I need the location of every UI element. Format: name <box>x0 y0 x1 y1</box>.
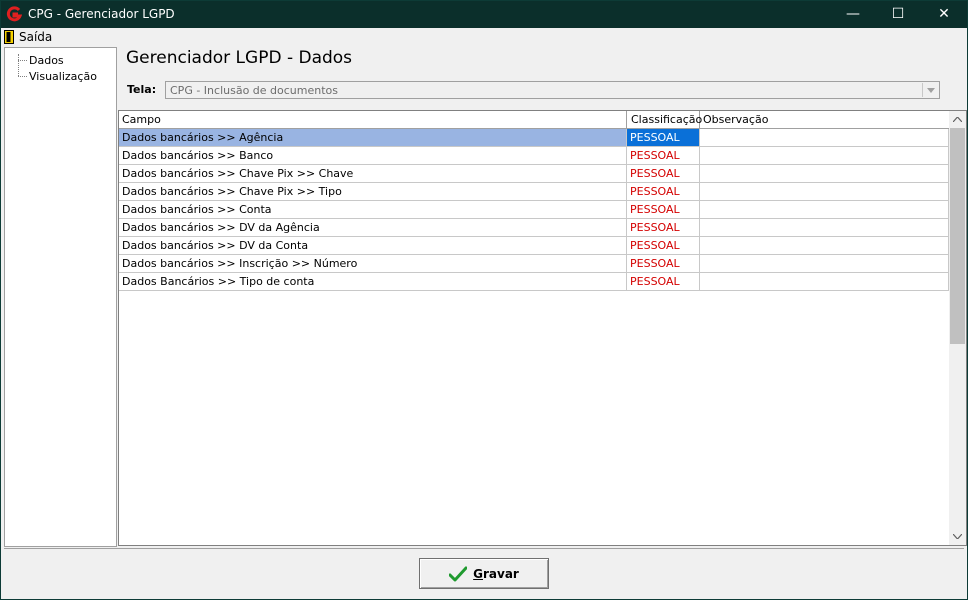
checkmark-icon <box>449 566 468 581</box>
tree-item-label: Visualização <box>29 70 97 83</box>
cell-classificacao[interactable]: PESSOAL <box>627 255 700 273</box>
tree-item-dados[interactable]: Dados <box>5 53 64 68</box>
menu-exit[interactable]: Saída <box>4 29 52 45</box>
cell-classificacao[interactable]: PESSOAL <box>627 183 700 201</box>
save-button-label: Gravar <box>473 566 519 581</box>
maximize-button[interactable]: ☐ <box>875 1 921 28</box>
chevron-down-icon[interactable] <box>922 83 938 97</box>
cell-classificacao[interactable]: PESSOAL <box>627 201 700 219</box>
cell-campo[interactable]: Dados bancários >> Inscrição >> Número <box>119 255 627 273</box>
close-button[interactable]: ✕ <box>921 1 967 28</box>
scroll-thumb[interactable] <box>950 128 965 344</box>
cell-campo[interactable]: Dados Bancários >> Tipo de conta <box>119 273 627 291</box>
grid-scrollbar[interactable] <box>949 111 966 545</box>
cell-observacao[interactable] <box>700 183 949 201</box>
window-title: CPG - Gerenciador LGPD <box>28 7 175 21</box>
cell-campo[interactable]: Dados bancários >> Banco <box>119 147 627 165</box>
title-bar[interactable]: CPG - Gerenciador LGPD — ☐ ✕ <box>1 1 967 28</box>
cell-observacao[interactable] <box>700 201 949 219</box>
cell-observacao[interactable] <box>700 165 949 183</box>
menu-exit-label: Saída <box>19 30 53 44</box>
cell-classificacao[interactable]: PESSOAL <box>627 273 700 291</box>
cell-classificacao[interactable]: PESSOAL <box>627 165 700 183</box>
cell-classificacao[interactable]: PESSOAL <box>627 147 700 165</box>
cell-classificacao[interactable]: PESSOAL <box>627 129 700 147</box>
cell-campo[interactable]: Dados bancários >> DV da Agência <box>119 219 627 237</box>
table-row[interactable]: Dados bancários >> Conta PESSOAL <box>119 201 949 219</box>
page-title: Gerenciador LGPD - Dados <box>126 48 353 68</box>
data-grid: Campo Classificação Observação Dados ban… <box>118 110 967 546</box>
tela-label: Tela: <box>127 83 157 96</box>
app-window: CPG - Gerenciador LGPD — ☐ ✕ Saída Dados… <box>0 0 968 600</box>
cell-observacao[interactable] <box>700 129 949 147</box>
cell-observacao[interactable] <box>700 237 949 255</box>
tela-select-value: CPG - Inclusão de documentos <box>170 84 338 97</box>
tree-item-visualizacao[interactable]: Visualização <box>5 69 97 84</box>
exit-door-icon <box>4 30 14 44</box>
navigation-tree: Dados Visualização <box>4 47 117 547</box>
cell-observacao[interactable] <box>700 255 949 273</box>
app-logo-icon <box>6 6 22 22</box>
cell-campo[interactable]: Dados bancários >> Chave Pix >> Chave <box>119 165 627 183</box>
tela-select[interactable]: CPG - Inclusão de documentos <box>165 81 940 99</box>
save-button[interactable]: Gravar <box>419 558 549 589</box>
table-row[interactable]: Dados Bancários >> Tipo de conta PESSOAL <box>119 273 949 291</box>
menu-bar: Saída <box>1 28 967 46</box>
cell-campo[interactable]: Dados bancários >> Conta <box>119 201 627 219</box>
table-row[interactable]: Dados bancários >> Banco PESSOAL <box>119 147 949 165</box>
table-row[interactable]: Dados bancários >> DV da Conta PESSOAL <box>119 237 949 255</box>
cell-campo[interactable]: Dados bancários >> Chave Pix >> Tipo <box>119 183 627 201</box>
cell-campo[interactable]: Dados bancários >> Agência <box>119 129 627 147</box>
scroll-up-icon[interactable] <box>949 111 966 128</box>
table-row[interactable]: Dados bancários >> DV da Agência PESSOAL <box>119 219 949 237</box>
minimize-button[interactable]: — <box>830 1 876 28</box>
table-row[interactable]: Dados bancários >> Inscrição >> Número P… <box>119 255 949 273</box>
column-header-classificacao[interactable]: Classificação <box>627 111 702 128</box>
column-header-observacao[interactable]: Observação <box>700 111 949 128</box>
cell-campo[interactable]: Dados bancários >> DV da Conta <box>119 237 627 255</box>
tree-item-label: Dados <box>29 54 64 67</box>
table-row[interactable]: Dados bancários >> Agência PESSOAL <box>119 129 949 147</box>
cell-classificacao[interactable]: PESSOAL <box>627 219 700 237</box>
cell-classificacao[interactable]: PESSOAL <box>627 237 700 255</box>
scroll-down-icon[interactable] <box>949 528 966 545</box>
table-row[interactable]: Dados bancários >> Chave Pix >> Tipo PES… <box>119 183 949 201</box>
cell-observacao[interactable] <box>700 147 949 165</box>
cell-observacao[interactable] <box>700 219 949 237</box>
cell-observacao[interactable] <box>700 273 949 291</box>
column-header-campo[interactable]: Campo <box>119 111 627 128</box>
table-row[interactable]: Dados bancários >> Chave Pix >> Chave PE… <box>119 165 949 183</box>
grid-header: Campo Classificação Observação <box>119 111 949 129</box>
